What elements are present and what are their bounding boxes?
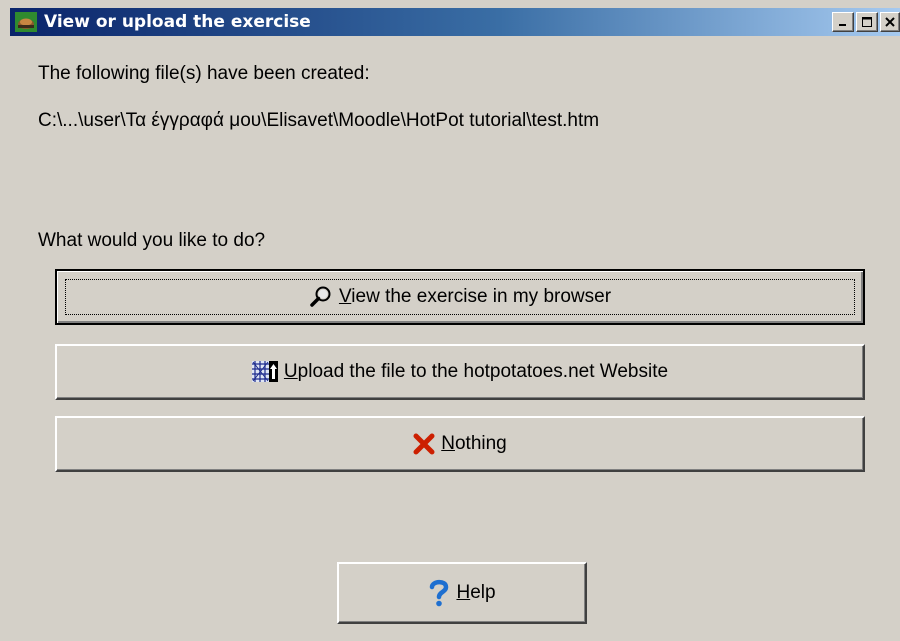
created-files-label: The following file(s) have been created: xyxy=(38,63,370,84)
hotpotatoes-icon xyxy=(14,11,38,33)
minimize-icon xyxy=(839,24,846,26)
dialog-window: View or upload the exercise The followin… xyxy=(0,0,900,641)
nothing-button[interactable]: Nothing xyxy=(55,416,865,472)
upload-button-label: Upload the file to the hotpotatoes.net W… xyxy=(283,361,669,382)
file-path-text: C:\...\user\Τα έγγραφά μου\Elisavet\Mood… xyxy=(38,110,600,131)
minimize-button[interactable] xyxy=(832,12,854,32)
maximize-icon xyxy=(862,17,872,27)
help-button[interactable]: Help xyxy=(337,562,587,624)
help-button-label: Help xyxy=(456,582,496,603)
maximize-button[interactable] xyxy=(856,12,878,32)
upload-to-hotpotatoes-button[interactable]: Upload the file to the hotpotatoes.net W… xyxy=(55,344,865,400)
focus-ring xyxy=(65,279,855,315)
close-icon xyxy=(885,17,895,27)
nothing-button-label: Nothing xyxy=(441,433,507,454)
red-x-icon xyxy=(413,433,435,455)
close-button[interactable] xyxy=(880,12,900,32)
question-mark-icon xyxy=(428,579,450,607)
question-label: What would you like to do? xyxy=(38,230,266,251)
window-controls xyxy=(832,12,900,32)
web-upload-icon xyxy=(251,360,278,384)
view-in-browser-button[interactable]: View the exercise in my browser xyxy=(55,269,865,325)
title-bar[interactable]: View or upload the exercise xyxy=(10,8,900,36)
window-title: View or upload the exercise xyxy=(44,12,311,32)
